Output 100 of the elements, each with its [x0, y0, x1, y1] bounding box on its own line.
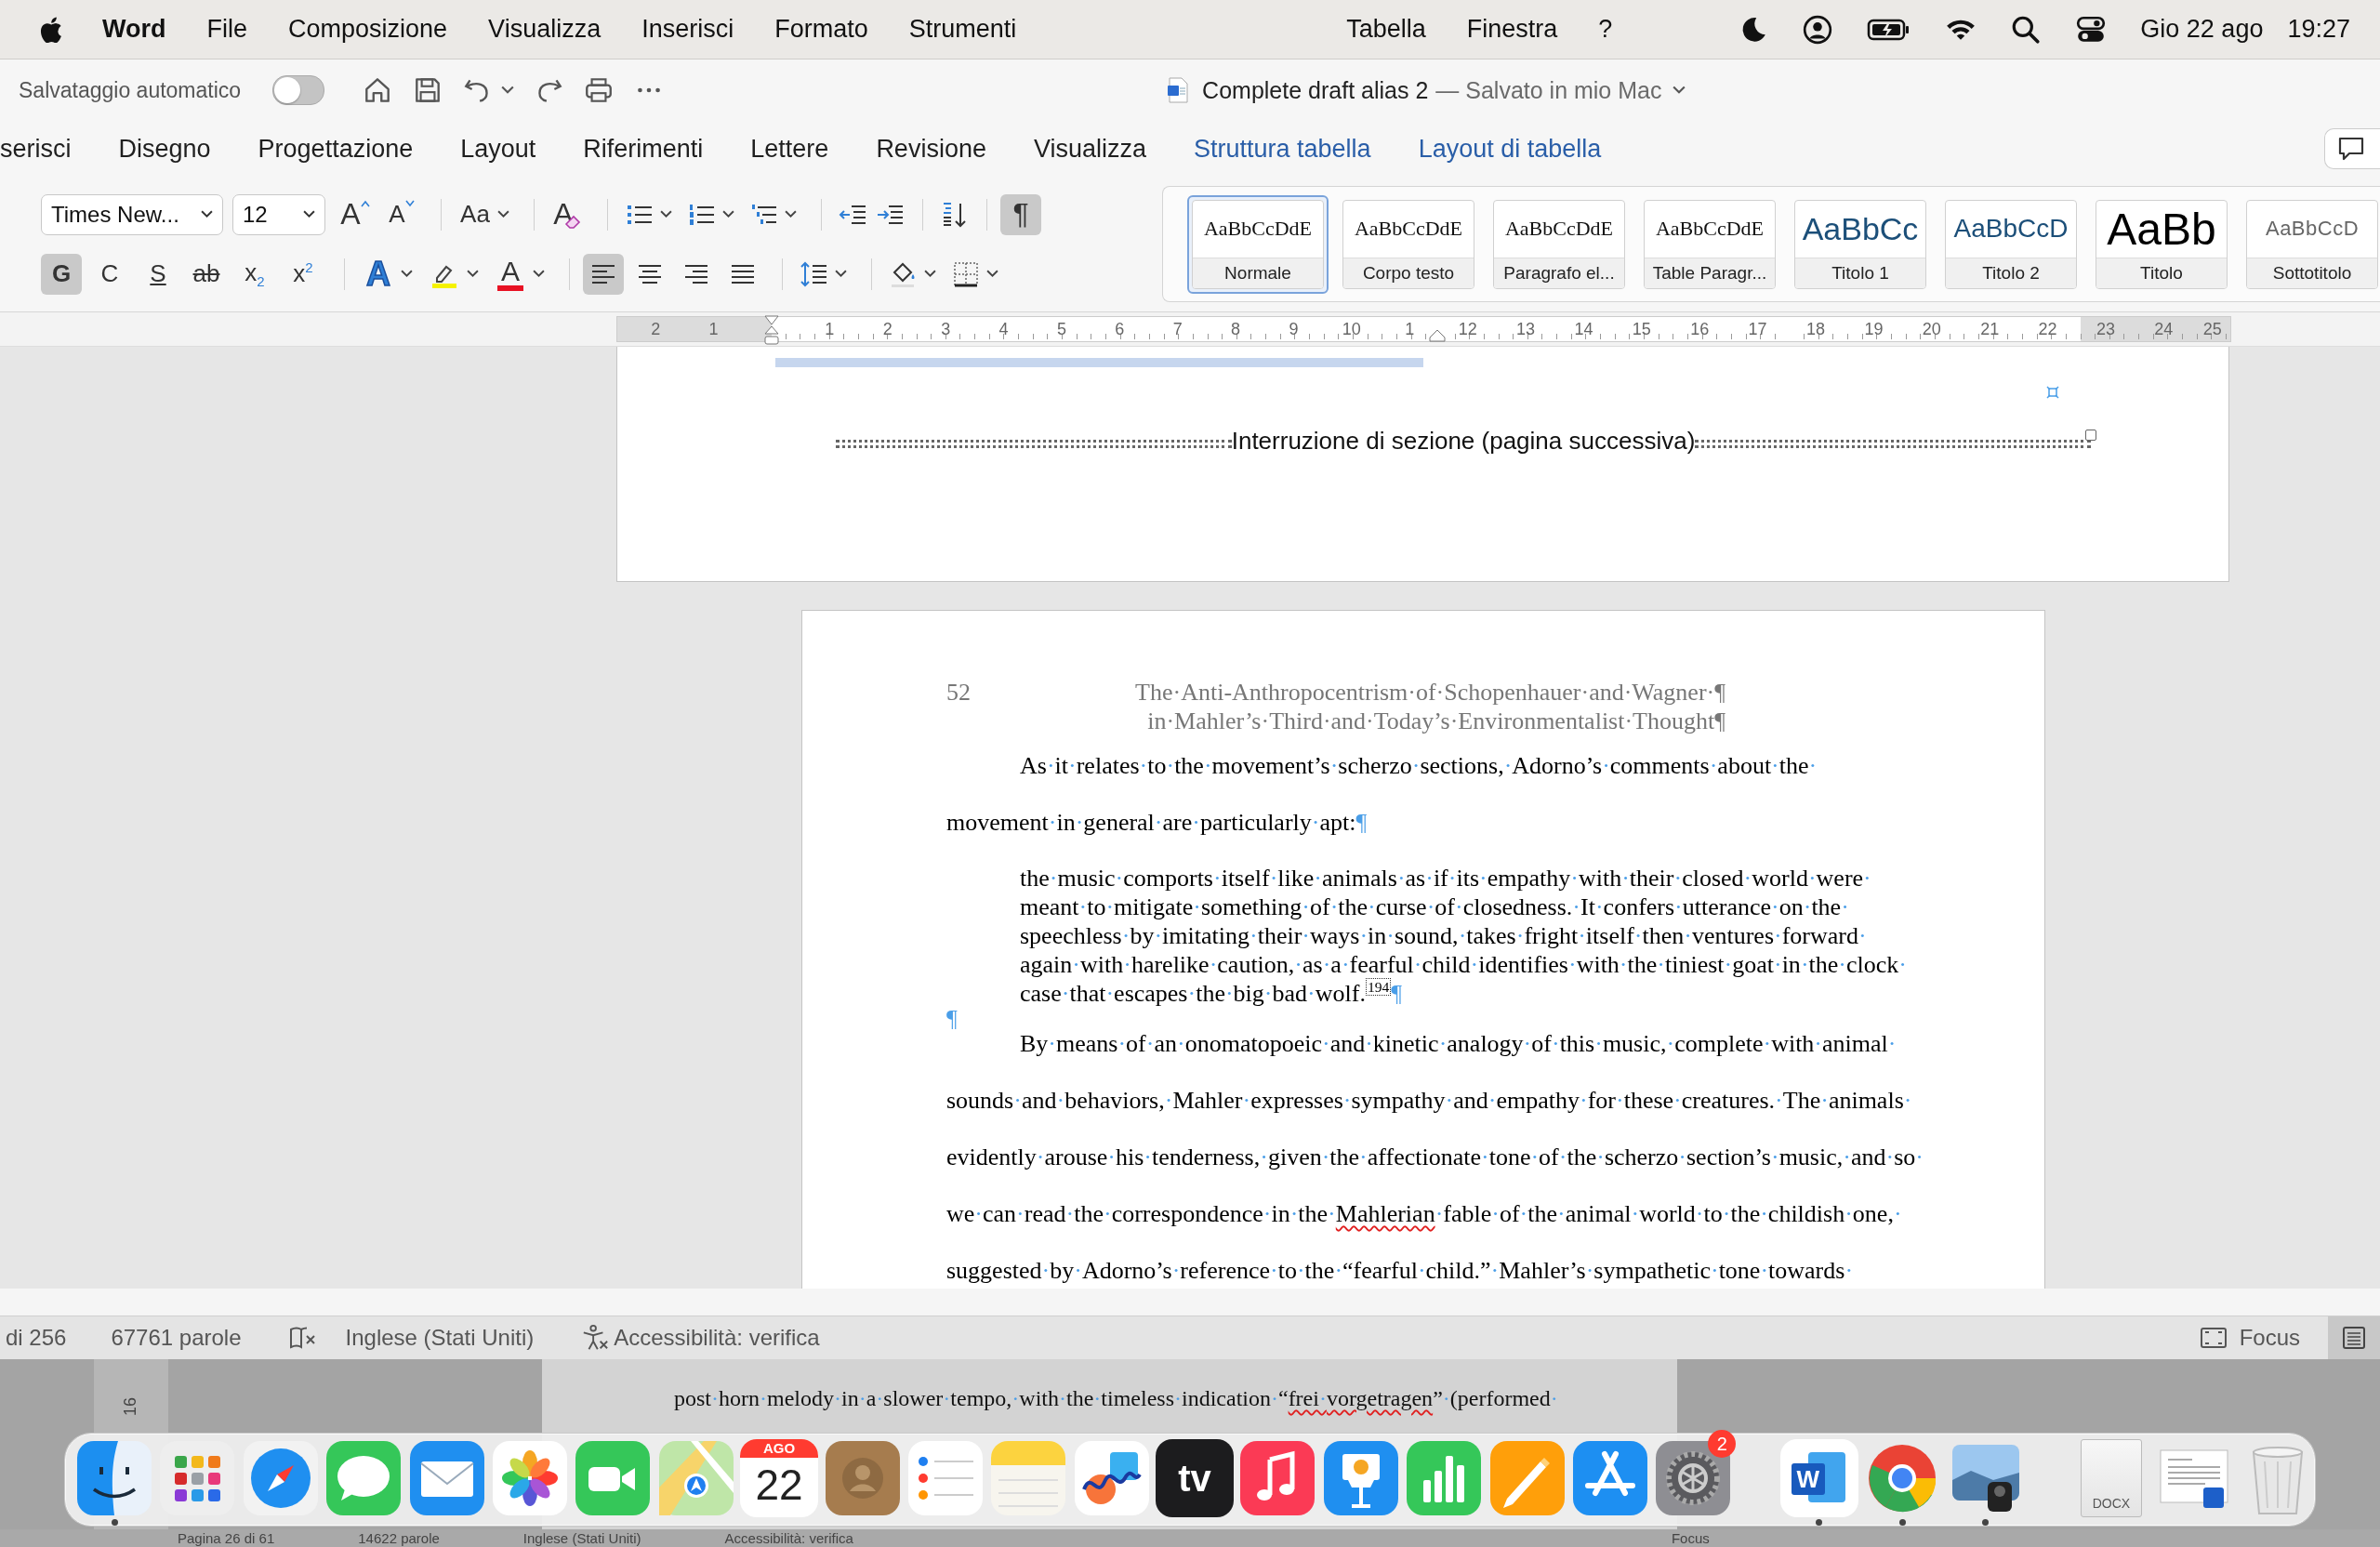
menu-item[interactable]: ?	[1598, 15, 1613, 44]
page-count[interactable]: di 256	[6, 1325, 67, 1351]
character-format-button[interactable]: S	[138, 253, 178, 295]
chevron-down-icon[interactable]	[497, 210, 509, 218]
smiling-face-icon[interactable]	[75, 1439, 153, 1517]
change-case-button[interactable]: Aa	[455, 193, 496, 235]
style-item[interactable]: AaBbCcDdE Normale	[1187, 194, 1329, 294]
page-layout-icon[interactable]	[2341, 1325, 2367, 1351]
ruler-number: 12	[1457, 319, 1478, 339]
chevron-down-icon[interactable]	[501, 86, 515, 95]
squiggle-icon[interactable]	[1072, 1439, 1151, 1517]
scrollbar-track[interactable]	[0, 1289, 2380, 1316]
focus-button[interactable]: Focus	[2239, 1325, 2300, 1351]
character-format-button[interactable]: G	[41, 253, 82, 295]
show-formatting-button[interactable]: ¶	[1000, 193, 1041, 235]
menu-item[interactable]: Strumenti	[908, 15, 1017, 44]
menu-item[interactable]: Composizione	[288, 15, 448, 44]
style-name: Paragrafo el...	[1494, 257, 1624, 288]
ribbon-tab[interactable]: Riferimenti	[583, 134, 704, 164]
align-left-button[interactable]	[583, 253, 624, 295]
menu-item[interactable]: File	[206, 15, 247, 44]
ribbon-tab[interactable]: Revisione	[876, 134, 986, 164]
menu-item[interactable]: Visualizza	[488, 15, 602, 44]
ribbon-tab[interactable]: serisci	[0, 134, 72, 164]
chevron-down-icon[interactable]	[785, 210, 797, 218]
chevron-down-icon[interactable]	[722, 210, 734, 218]
ruler-number: 14	[1573, 319, 1594, 339]
chevron-down-icon[interactable]	[201, 210, 213, 218]
app-menu[interactable]: Word	[102, 15, 166, 44]
chevron-down-icon[interactable]	[467, 270, 479, 278]
comments-button[interactable]	[2324, 128, 2380, 169]
text-line: meant·to·mitigate·something·of·the·curse·of·closedness.·It·confers·utterance·on·the·	[1020, 893, 1849, 920]
ribbon-tab[interactable]: Visualizza	[1033, 134, 1146, 164]
document-icon[interactable]: DOCX	[2081, 1439, 2142, 1517]
document-title: Complete draft alias 2	[1202, 76, 1429, 104]
podium-icon[interactable]	[1321, 1439, 1400, 1517]
chevron-down-icon[interactable]	[303, 210, 315, 218]
right-indent-marker-icon[interactable]	[1428, 329, 1447, 342]
anchor-icon	[2046, 386, 2059, 399]
menu-item[interactable]: Tabella	[1346, 15, 1426, 44]
print-layout-button[interactable]	[2328, 1316, 2380, 1359]
ruler-number: 1	[1404, 319, 1416, 339]
proofing-book-icon[interactable]	[287, 1324, 318, 1352]
chevron-down-icon[interactable]	[401, 270, 413, 278]
menu-bar-clock: 19:27	[2287, 15, 2350, 44]
shrink-font-button[interactable]: A	[381, 193, 422, 235]
chevron-down-icon[interactable]	[835, 270, 847, 278]
store-icon[interactable]	[1571, 1439, 1650, 1517]
text-effects-button[interactable]: A	[358, 253, 399, 295]
text-line: ¶	[946, 1005, 958, 1032]
accessibility-status[interactable]: Accessibilità: verifica	[614, 1325, 820, 1351]
checklist-icon[interactable]	[906, 1439, 985, 1517]
grow-font-button[interactable]: A	[335, 193, 376, 235]
flower-icon[interactable]	[490, 1439, 569, 1517]
map-icon[interactable]	[656, 1439, 735, 1517]
font-dropdown[interactable]: Times New...	[41, 193, 223, 235]
ruler-number: 22	[2037, 319, 2058, 339]
word-processor-icon[interactable]: W	[1779, 1439, 1858, 1517]
menu-item[interactable]: Formato	[774, 15, 868, 44]
status-text: Inglese (Stati Uniti)	[522, 1530, 641, 1546]
user-icon[interactable]	[1802, 13, 1834, 46]
chevron-down-icon[interactable]	[924, 270, 936, 278]
tv-icon[interactable]: tv	[1156, 1439, 1235, 1517]
ribbon-tab[interactable]: Layout	[460, 134, 536, 164]
ribbon-tab[interactable]: Progettazione	[258, 134, 414, 164]
word-count[interactable]: 67761 parole	[111, 1325, 242, 1351]
language-status[interactable]: Inglese (Stati Uniti)	[345, 1325, 535, 1351]
chevron-down-icon[interactable]	[1673, 86, 1686, 95]
gear-icon[interactable]	[1654, 1439, 1733, 1517]
chevron-down-icon[interactable]	[533, 270, 545, 278]
contact-book-icon[interactable]	[823, 1439, 902, 1517]
ruler-number: 2	[650, 319, 662, 339]
menu-item[interactable]: Finestra	[1466, 15, 1558, 44]
chevron-down-icon[interactable]	[986, 270, 998, 278]
font-size-dropdown[interactable]: 12	[232, 193, 325, 235]
autosave-toggle[interactable]	[272, 75, 325, 105]
ribbon-tab[interactable]: Layout di tabella	[1418, 134, 1602, 164]
font-color-button[interactable]: A	[490, 253, 531, 295]
chevron-down-icon[interactable]	[660, 210, 672, 218]
ribbon-tab[interactable]: Lettere	[750, 134, 829, 164]
ruler-number: 25	[2202, 319, 2222, 339]
text-line: suggested·by·Adorno’s·reference·to·the·“fearful·child.”·Mahler’s·sympathetic·tone·towards·	[946, 1257, 1854, 1284]
text-line: movement·in·general·are·particularly·apt:¶	[946, 809, 1368, 836]
ruler-number: 10	[1341, 319, 1362, 339]
character-format-button[interactable]: x$^{2}$	[283, 253, 324, 295]
character-format-button[interactable]: x$_{2}$	[234, 253, 275, 295]
horizontal-ruler[interactable]: 2 1 1 2 3 4 5 6 7 8 9 10 1 12 13 14 15 16 17 18 19 20 21 22 23 24 25	[616, 316, 2231, 342]
music-note-icon[interactable]	[1238, 1439, 1317, 1517]
calendar-icon[interactable]: AGO 22	[740, 1439, 819, 1517]
ruler-number: 21	[1979, 319, 2001, 339]
ruler-number: 17	[1747, 319, 1768, 339]
menu-item[interactable]: Inserisci	[641, 15, 734, 44]
character-format-button[interactable]: C	[89, 253, 130, 295]
style-name: Titolo 2	[1946, 257, 2076, 288]
ribbon-tab[interactable]: Struttura tabella	[1194, 134, 1371, 164]
character-format-button[interactable]: ab	[186, 253, 227, 295]
compass-icon[interactable]	[241, 1439, 320, 1517]
envelope-icon[interactable]	[407, 1439, 486, 1517]
ribbon-tab[interactable]: Disegno	[118, 134, 211, 164]
save-location[interactable]: — Salvato in mio Mac	[1435, 76, 1662, 104]
